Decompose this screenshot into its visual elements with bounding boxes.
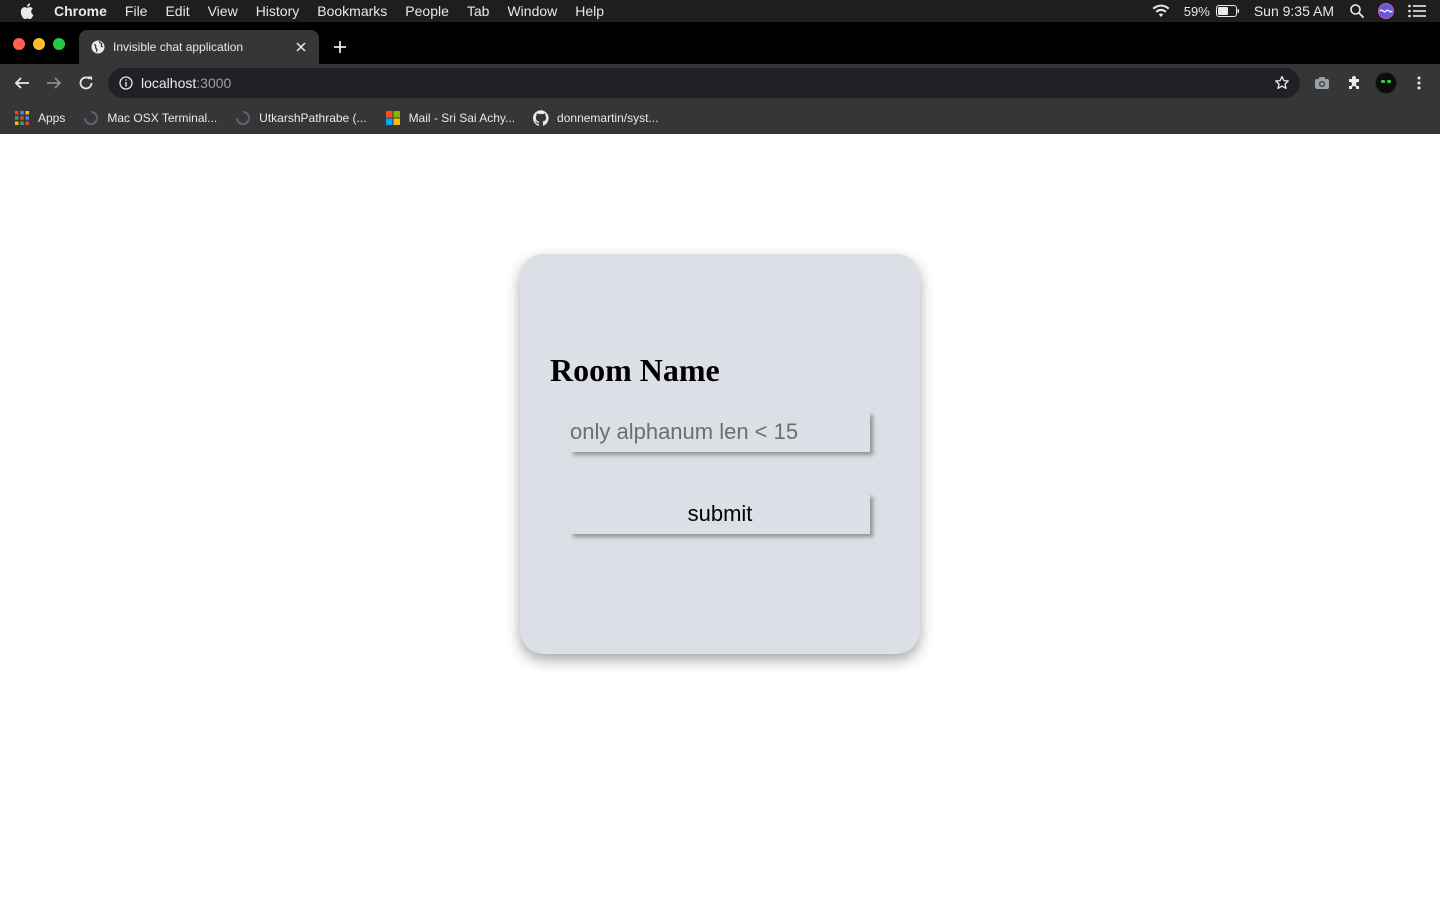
- notification-center-icon[interactable]: [1408, 4, 1426, 18]
- menu-tab[interactable]: Tab: [467, 0, 490, 22]
- menu-window[interactable]: Window: [507, 0, 557, 22]
- menubar-status-area: 59% Sun 9:35 AM: [1152, 0, 1440, 22]
- github-logo-icon: [533, 110, 549, 126]
- close-window-button[interactable]: [13, 38, 25, 50]
- minimize-window-button[interactable]: [33, 38, 45, 50]
- battery-percent: 59%: [1183, 3, 1210, 19]
- menubar-clock[interactable]: Sun 9:35 AM: [1254, 3, 1334, 19]
- menu-view[interactable]: View: [208, 0, 238, 22]
- macos-menu-bar: Chrome File Edit View History Bookmarks …: [0, 0, 1440, 22]
- bookmark-label: donnemartin/syst...: [557, 111, 659, 125]
- menu-app-name[interactable]: Chrome: [54, 0, 107, 22]
- active-tab[interactable]: Invisible chat application: [79, 30, 319, 64]
- apps-grid-icon: [14, 110, 30, 126]
- tab-title: Invisible chat application: [113, 40, 244, 54]
- bookmark-donnemartin[interactable]: donnemartin/syst...: [533, 110, 658, 126]
- tab-strip: Invisible chat application: [0, 22, 1440, 64]
- bookmark-label: Mac OSX Terminal...: [107, 111, 218, 125]
- globe-favicon-icon: [91, 40, 105, 54]
- camera-extension-icon[interactable]: [1313, 74, 1331, 92]
- address-bar[interactable]: localhost:3000: [108, 68, 1300, 98]
- siri-icon[interactable]: [1378, 3, 1394, 19]
- url-port: :3000: [196, 75, 232, 91]
- bookmark-apps[interactable]: Apps: [14, 110, 65, 126]
- url-host: localhost: [141, 75, 197, 91]
- apple-logo-icon[interactable]: [20, 3, 36, 19]
- forward-arrow-icon[interactable]: [44, 73, 64, 93]
- room-name-input[interactable]: [570, 412, 870, 452]
- submit-button[interactable]: submit: [570, 494, 870, 534]
- bookmark-mail[interactable]: Mail - Sri Sai Achy...: [385, 110, 515, 126]
- reload-icon[interactable]: [76, 73, 96, 93]
- page-viewport: Room Name submit: [0, 134, 1440, 900]
- bookmark-label: Mail - Sri Sai Achy...: [408, 111, 516, 125]
- menu-file[interactable]: File: [125, 0, 148, 22]
- battery-icon[interactable]: [1215, 5, 1240, 17]
- menu-history[interactable]: History: [256, 0, 300, 22]
- profile-avatar[interactable]: [1375, 72, 1397, 94]
- close-tab-icon[interactable]: [293, 39, 309, 55]
- fullscreen-window-button[interactable]: [53, 38, 65, 50]
- menu-bookmarks[interactable]: Bookmarks: [317, 0, 387, 22]
- bookmarks-bar: Apps Mac OSX Terminal... UtkarshPathrabe…: [0, 102, 1440, 134]
- spinner-favicon-icon: [83, 110, 99, 126]
- site-info-icon[interactable]: [119, 76, 133, 90]
- menu-people[interactable]: People: [405, 0, 449, 22]
- room-name-heading: Room Name: [550, 352, 720, 388]
- menu-edit[interactable]: Edit: [165, 0, 189, 22]
- bookmark-mac-osx-terminal[interactable]: Mac OSX Terminal...: [83, 110, 217, 126]
- back-arrow-icon[interactable]: [12, 73, 32, 93]
- bookmark-label: UtkarshPathrabe (...: [259, 111, 367, 125]
- bookmark-label: Apps: [38, 111, 66, 125]
- more-menu-icon[interactable]: [1410, 74, 1428, 92]
- menu-help[interactable]: Help: [575, 0, 604, 22]
- microsoft-logo-icon: [385, 110, 401, 126]
- extensions-puzzle-icon[interactable]: [1345, 74, 1363, 92]
- spinner-favicon-icon: [235, 110, 251, 126]
- room-name-card: Room Name submit: [520, 254, 920, 654]
- new-tab-plus-icon[interactable]: [330, 37, 350, 57]
- wifi-icon[interactable]: [1152, 4, 1170, 18]
- bookmark-star-icon[interactable]: [1274, 75, 1290, 91]
- browser-toolbar: localhost:3000: [0, 64, 1440, 102]
- bookmark-utkarsh-pathrabe[interactable]: UtkarshPathrabe (...: [235, 110, 367, 126]
- spotlight-search-icon[interactable]: [1350, 4, 1364, 18]
